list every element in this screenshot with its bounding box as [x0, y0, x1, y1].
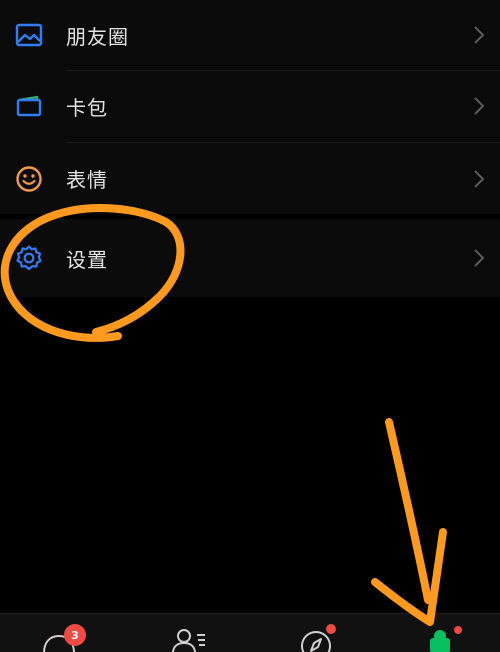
- new-dot-badge: [326, 624, 336, 634]
- new-dot-badge: [454, 626, 462, 634]
- tab-chats[interactable]: 3: [40, 622, 86, 652]
- bottom-tab-bar: 3: [0, 613, 500, 652]
- wechat-me-screen: 朋友圈 卡包 表情 设置 3: [0, 0, 500, 652]
- menu-item-settings[interactable]: 设置: [0, 219, 500, 297]
- tab-discover[interactable]: [298, 622, 338, 652]
- menu-item-card-wallet[interactable]: 卡包: [0, 71, 500, 141]
- menu-item-label: 表情: [66, 168, 108, 192]
- menu-item-label: 朋友圈: [66, 24, 129, 49]
- contacts-icon: [172, 629, 205, 652]
- chevron-right-icon: [474, 26, 485, 44]
- chevron-right-icon: [474, 249, 485, 267]
- tab-me[interactable]: [420, 622, 462, 652]
- emoji-smile-icon: [14, 164, 44, 194]
- annotation-arrow-head: [371, 528, 447, 626]
- menu-group-settings: 设置: [0, 219, 500, 297]
- moments-icon: [14, 20, 44, 50]
- gear-icon: [14, 243, 44, 273]
- menu-group-main: 朋友圈 卡包 表情: [0, 0, 500, 214]
- unread-badge: 3: [64, 624, 86, 646]
- menu-item-label: 卡包: [66, 95, 108, 120]
- menu-item-stickers[interactable]: 表情: [0, 143, 500, 214]
- chevron-right-icon: [474, 169, 485, 188]
- tab-contacts[interactable]: [170, 622, 210, 652]
- card-wallet-icon: [14, 91, 44, 121]
- menu-item-label: 设置: [66, 247, 108, 272]
- annotation-arrow-shaft: [385, 418, 432, 604]
- menu-item-moments[interactable]: 朋友圈: [0, 0, 500, 70]
- chevron-right-icon: [474, 97, 485, 115]
